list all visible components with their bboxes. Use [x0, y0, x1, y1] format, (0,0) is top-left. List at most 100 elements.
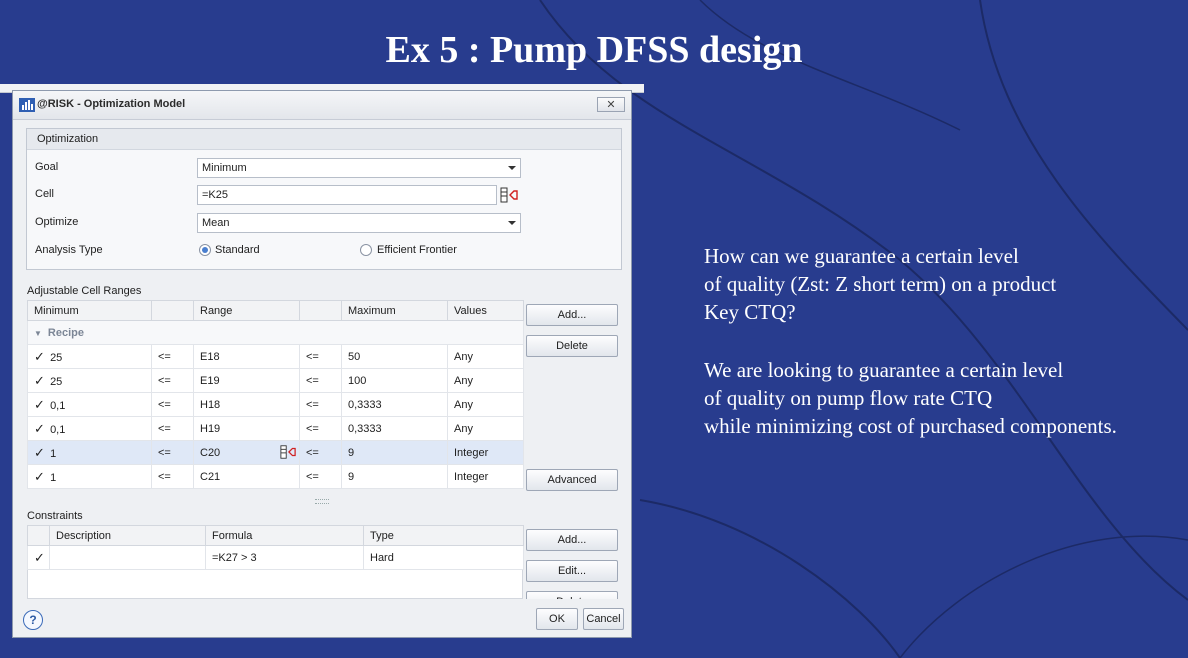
max-cell[interactable]: 50: [341, 344, 448, 369]
column-header[interactable]: Range: [193, 300, 300, 321]
type-cell[interactable]: Hard: [363, 545, 524, 570]
table-row[interactable]: ✓ 1 <= C21 <= 9 Integer: [27, 464, 524, 489]
column-header[interactable]: Type: [363, 525, 524, 546]
column-header[interactable]: Values: [447, 300, 524, 321]
values-cell[interactable]: Any: [447, 344, 524, 369]
table-row[interactable]: ✓ 0,1 <= H19 <= 0,3333 Any: [27, 416, 524, 441]
adjustable-ranges-label: Adjustable Cell Ranges: [27, 285, 142, 297]
operator-cell: <=: [299, 344, 342, 369]
column-header[interactable]: [299, 300, 342, 321]
table-row[interactable]: ✓ =K27 > 3 Hard: [27, 545, 524, 570]
column-header[interactable]: Formula: [205, 525, 364, 546]
close-button[interactable]: ✕: [597, 97, 625, 112]
add-constraint-button[interactable]: Add...: [526, 529, 618, 551]
values-cell[interactable]: Any: [447, 416, 524, 441]
efficient-frontier-radio[interactable]: [360, 244, 372, 256]
column-header[interactable]: [151, 300, 194, 321]
optimization-model-dialog: @RISK - Optimization Model ✕ Optimizatio…: [12, 90, 632, 638]
operator-cell: <=: [299, 392, 342, 417]
min-cell[interactable]: 1: [50, 472, 56, 484]
min-cell[interactable]: 0,1: [50, 400, 65, 412]
column-header[interactable]: Maximum: [341, 300, 448, 321]
min-cell[interactable]: 0,1: [50, 424, 65, 436]
checkmark-icon[interactable]: ✓: [34, 422, 47, 435]
cell-reference-icon[interactable]: [499, 186, 519, 204]
min-cell[interactable]: 25: [50, 352, 62, 364]
optimize-select[interactable]: Mean: [197, 213, 521, 233]
max-cell[interactable]: 9: [341, 440, 448, 465]
splitter-grip[interactable]: [315, 499, 329, 504]
column-header[interactable]: Description: [49, 525, 206, 546]
checkmark-icon[interactable]: ✓: [34, 350, 47, 363]
slide-paragraph-2: We are looking to guarantee a certain le…: [704, 358, 1117, 438]
max-cell[interactable]: 0,3333: [341, 392, 448, 417]
help-button[interactable]: ?: [23, 610, 43, 630]
max-cell[interactable]: 9: [341, 464, 448, 489]
description-cell[interactable]: [49, 545, 206, 570]
table-row-selected[interactable]: ✓ 1 <= C20 <= 9 Integer: [27, 440, 524, 465]
values-cell[interactable]: Any: [447, 368, 524, 393]
optimize-label: Optimize: [35, 216, 79, 228]
add-range-button[interactable]: Add...: [526, 304, 618, 326]
delete-range-button[interactable]: Delete: [526, 335, 618, 357]
chevron-down-icon: [508, 221, 516, 225]
range-cell[interactable]: E18: [193, 344, 300, 369]
max-cell[interactable]: 0,3333: [341, 416, 448, 441]
operator-cell: <=: [151, 392, 194, 417]
advanced-button[interactable]: Advanced: [526, 469, 618, 491]
cell-reference-icon[interactable]: [279, 444, 297, 460]
optimization-header: Optimization: [27, 129, 621, 150]
max-cell[interactable]: 100: [341, 368, 448, 393]
range-value: C20: [200, 446, 221, 459]
range-cell[interactable]: H18: [193, 392, 300, 417]
min-cell[interactable]: 1: [50, 448, 56, 460]
edit-constraint-button[interactable]: Edit...: [526, 560, 618, 582]
values-cell[interactable]: Integer: [447, 440, 524, 465]
checkmark-icon[interactable]: ✓: [34, 446, 47, 459]
operator-cell: <=: [299, 440, 342, 465]
adjustable-ranges-table: Minimum Range Maximum Values ▼ Recipe ✓ 2…: [27, 300, 524, 489]
cell-value: =K25: [202, 189, 228, 201]
operator-cell: <=: [299, 464, 342, 489]
constraints-panel: Description Formula Type ✓ =K27 > 3 Hard: [27, 525, 524, 599]
dialog-titlebar[interactable]: @RISK - Optimization Model ✕: [13, 91, 631, 120]
range-cell-editing[interactable]: C20: [193, 440, 300, 465]
efficient-frontier-label: Efficient Frontier: [377, 244, 457, 256]
operator-cell: <=: [151, 464, 194, 489]
optimize-value: Mean: [202, 217, 230, 229]
table-header-row: Minimum Range Maximum Values: [27, 300, 524, 321]
standard-radio[interactable]: [199, 244, 211, 256]
checkmark-icon[interactable]: ✓: [34, 398, 47, 411]
operator-cell: <=: [299, 368, 342, 393]
checkmark-icon[interactable]: ✓: [34, 551, 47, 564]
group-row-recipe[interactable]: ▼ Recipe: [27, 320, 524, 345]
slide-title: Ex 5 : Pump DFSS design: [385, 29, 803, 71]
cell-input[interactable]: =K25: [197, 185, 497, 205]
range-cell[interactable]: E19: [193, 368, 300, 393]
checkmark-icon[interactable]: ✓: [34, 470, 47, 483]
constraints-label: Constraints: [27, 510, 83, 522]
values-cell[interactable]: Integer: [447, 464, 524, 489]
dialog-title: @RISK - Optimization Model: [37, 98, 186, 110]
slide-body: How can we guarantee a certain level of …: [704, 242, 1184, 470]
cancel-button[interactable]: Cancel: [583, 608, 624, 630]
range-cell[interactable]: C21: [193, 464, 300, 489]
operator-cell: <=: [151, 416, 194, 441]
checkmark-icon[interactable]: ✓: [34, 374, 47, 387]
column-header[interactable]: Minimum: [27, 300, 152, 321]
column-header-blank: [27, 525, 50, 546]
formula-cell[interactable]: =K27 > 3: [205, 545, 364, 570]
risk-app-icon: [19, 98, 35, 112]
values-cell[interactable]: Any: [447, 392, 524, 417]
collapse-arrow-icon[interactable]: ▼: [34, 329, 42, 338]
goal-select[interactable]: Minimum: [197, 158, 521, 178]
delete-constraint-button[interactable]: Delete: [526, 591, 618, 599]
table-row[interactable]: ✓ 25 <= E19 <= 100 Any: [27, 368, 524, 393]
goal-value: Minimum: [202, 162, 247, 174]
ok-button[interactable]: OK: [536, 608, 578, 630]
table-row[interactable]: ✓ 0,1 <= H18 <= 0,3333 Any: [27, 392, 524, 417]
min-cell[interactable]: 25: [50, 376, 62, 388]
goal-label: Goal: [35, 161, 59, 173]
range-cell[interactable]: H19: [193, 416, 300, 441]
table-row[interactable]: ✓ 25 <= E18 <= 50 Any: [27, 344, 524, 369]
